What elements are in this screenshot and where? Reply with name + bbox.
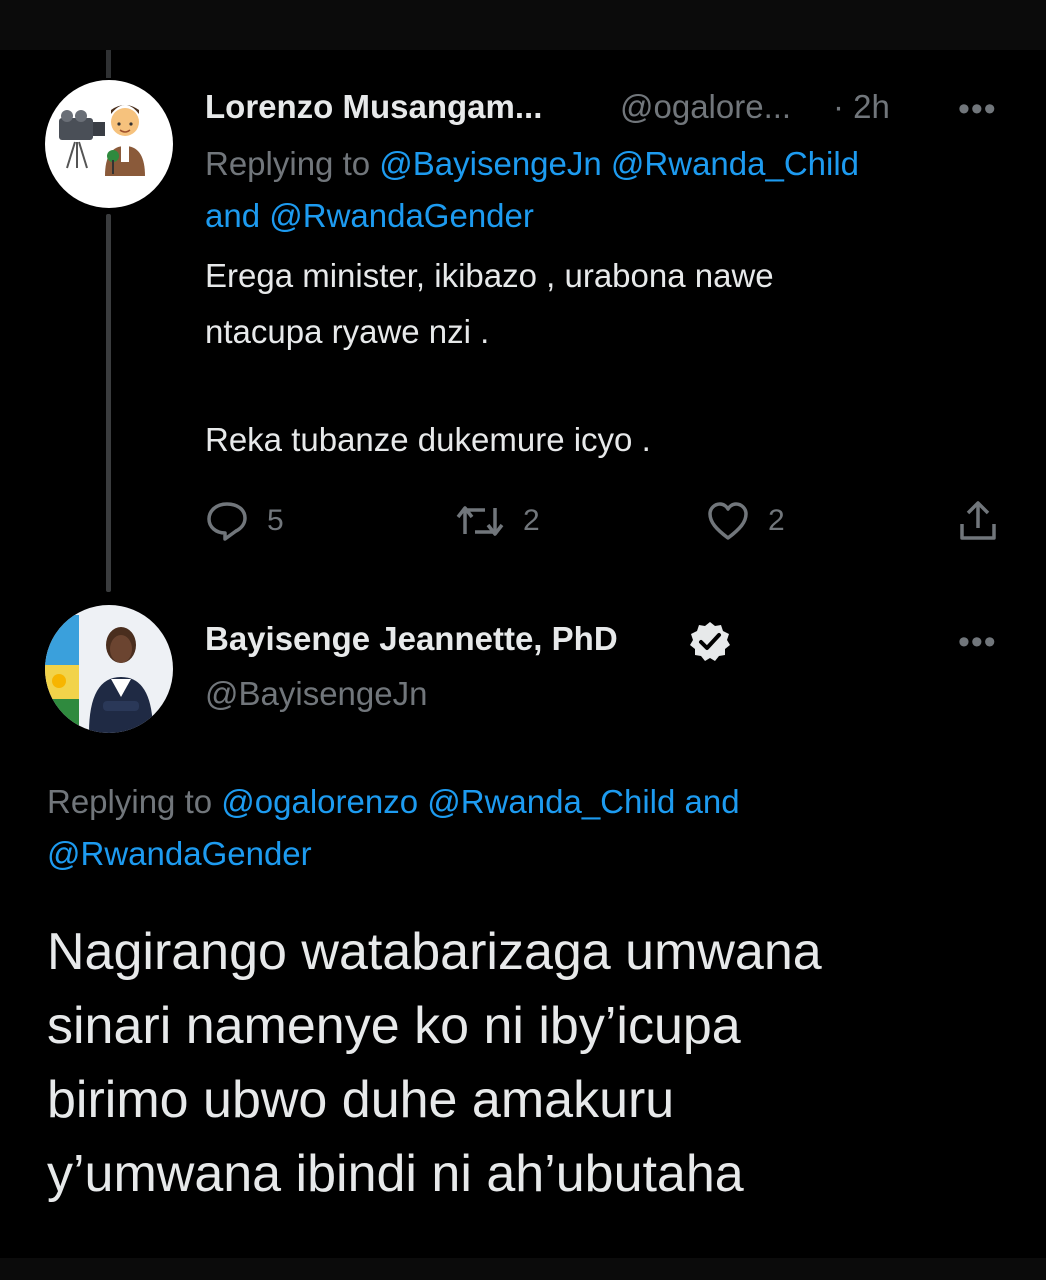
main-author-name[interactable]: Bayisenge Jeannette, PhD: [205, 620, 618, 658]
avatar-photo: [45, 605, 173, 733]
reply-mention-gender[interactable]: @RwandaGender: [269, 197, 534, 234]
thread-line: [106, 214, 111, 592]
main-reply-mentions[interactable]: @ogalorenzo @Rwanda_Child and: [221, 783, 739, 820]
main-text-line: birimo ubwo duhe amakuru: [47, 1071, 675, 1129]
reply-text-line: Erega minister, ikibazo , urabona nawe: [205, 257, 774, 294]
main-text-line: Nagirango watabarizaga umwana: [47, 923, 822, 981]
reply-action[interactable]: 5: [205, 500, 284, 542]
reply-author-handle[interactable]: @ogalore...: [620, 88, 791, 126]
main-text-line: sinari namenye ko ni iby’icupa: [47, 997, 741, 1055]
thread-line-top: [106, 50, 111, 78]
more-icon[interactable]: •••: [958, 623, 997, 662]
avatar-lorenzo[interactable]: [45, 80, 173, 208]
retweet-action[interactable]: 2: [455, 500, 540, 542]
reply-icon: [207, 502, 247, 541]
main-reply-context: Replying to @ogalorenzo @Rwanda_Child an…: [47, 776, 947, 880]
verified-badge-icon: [688, 620, 732, 669]
reply-timestamp[interactable]: · 2h: [833, 88, 890, 126]
replying-prefix: Replying to: [205, 145, 371, 182]
like-count: 2: [768, 504, 785, 537]
more-icon[interactable]: •••: [958, 90, 997, 129]
main-author-handle[interactable]: @BayisengeJn: [205, 675, 427, 713]
main-reply-mention-gender[interactable]: @RwandaGender: [47, 835, 312, 872]
reply-and: and: [205, 197, 261, 234]
share-action[interactable]: [958, 500, 998, 542]
reply-tweet-text: Erega minister, ikibazo , urabona nawe n…: [205, 248, 995, 468]
main-author-name-text: Bayisenge Jeannette, PhD: [205, 620, 618, 657]
bottom-bar: [0, 1258, 1046, 1280]
retweet-icon: [456, 506, 504, 536]
reply-context: Replying to @BayisengeJn @Rwanda_Child a…: [205, 138, 1005, 242]
like-icon: [708, 502, 748, 540]
reply-mentions[interactable]: @BayisengeJn @Rwanda_Child: [379, 145, 859, 182]
reply-text-line: Reka tubanze dukemure icyo .: [205, 421, 651, 458]
reply-count: 5: [267, 504, 284, 537]
replying-prefix: Replying to: [47, 783, 213, 820]
avatar-bayisenge[interactable]: [45, 605, 173, 733]
share-icon: [960, 501, 996, 540]
retweet-count: 2: [523, 504, 540, 537]
main-text-line: y’umwana ibindi ni ah’ubutaha: [47, 1145, 744, 1203]
top-bar: [0, 0, 1046, 50]
reply-text-line: ntacupa ryawe nzi .: [205, 313, 490, 350]
like-action[interactable]: 2: [706, 500, 785, 542]
main-tweet-text: Nagirango watabarizaga umwana sinari nam…: [47, 915, 1007, 1211]
avatar-illustration: [45, 80, 173, 208]
reply-author-name[interactable]: Lorenzo Musangam...: [205, 88, 542, 126]
